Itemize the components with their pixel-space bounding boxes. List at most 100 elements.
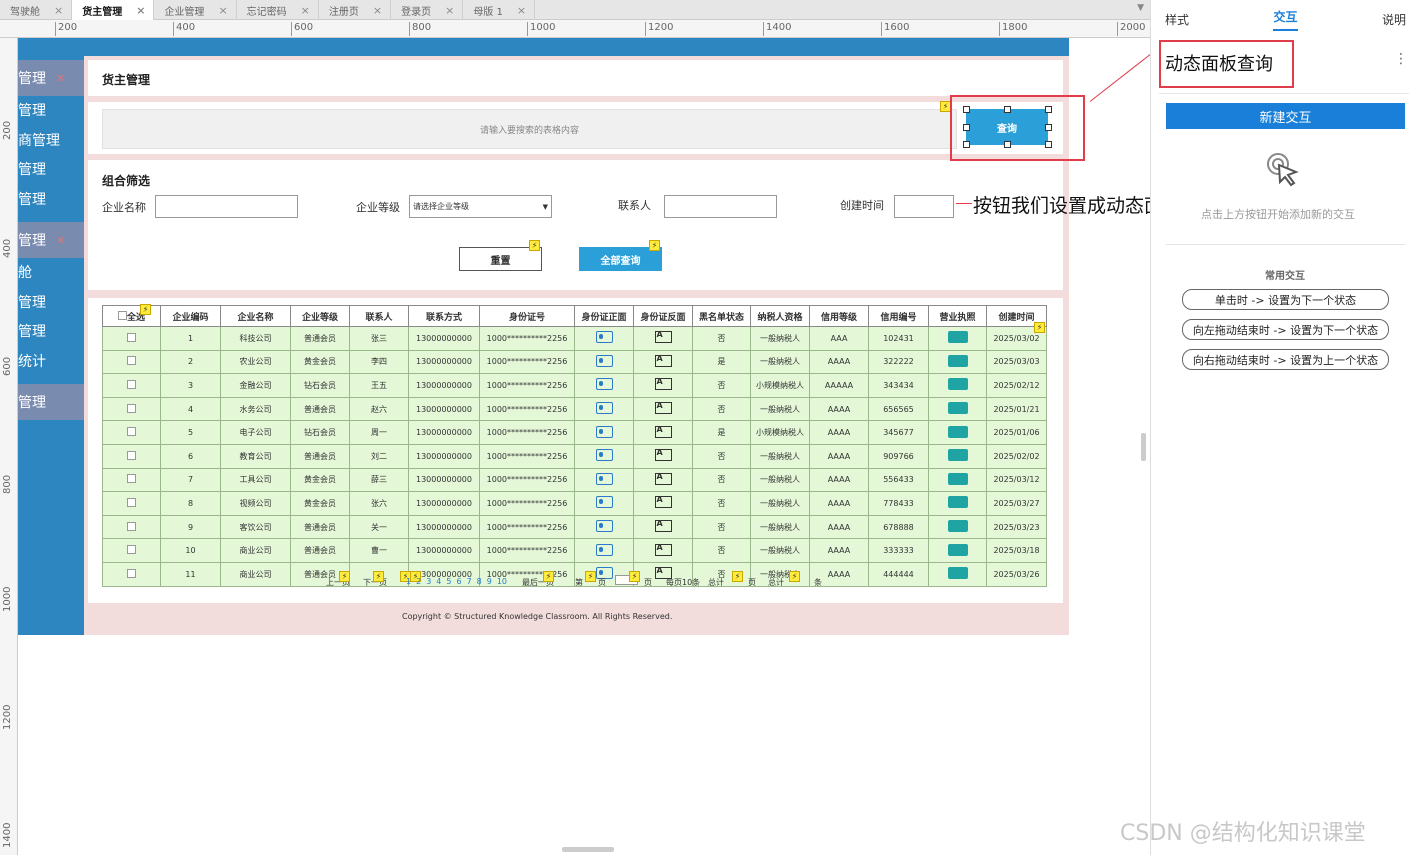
lightning-icon[interactable]: ⚡ bbox=[140, 304, 151, 315]
id-back-cell[interactable] bbox=[633, 420, 693, 445]
business-license-cell[interactable] bbox=[928, 514, 987, 540]
id-card-back-icon[interactable] bbox=[654, 519, 672, 533]
id-back-cell[interactable] bbox=[633, 349, 693, 375]
image-icon[interactable] bbox=[947, 567, 968, 580]
tab-notes[interactable]: 说明 bbox=[1382, 11, 1406, 28]
tab-2[interactable]: 企业管理 × bbox=[154, 0, 237, 20]
id-front-cell[interactable] bbox=[574, 396, 634, 422]
row-select-cell[interactable] bbox=[102, 396, 161, 422]
id-card-front-icon[interactable] bbox=[595, 449, 613, 462]
vertical-scrollbar[interactable] bbox=[1141, 433, 1146, 461]
id-card-back-icon[interactable] bbox=[654, 495, 672, 509]
row-select-cell[interactable] bbox=[102, 514, 161, 540]
id-front-cell[interactable] bbox=[574, 467, 634, 493]
lightning-icon[interactable]: ⚡ bbox=[339, 571, 350, 582]
business-license-cell[interactable] bbox=[928, 538, 987, 563]
close-icon[interactable]: × bbox=[445, 4, 454, 17]
search-input[interactable]: 请输入要搜索的表格内容 bbox=[102, 109, 957, 149]
row-checkbox[interactable] bbox=[127, 379, 136, 389]
id-card-front-icon[interactable] bbox=[595, 402, 613, 415]
business-license-cell[interactable] bbox=[928, 467, 987, 493]
image-icon[interactable] bbox=[947, 378, 968, 391]
lightning-icon[interactable]: ⚡ bbox=[373, 571, 384, 582]
sidebar-item[interactable]: 管理 bbox=[18, 189, 84, 209]
collapse-icon[interactable]: ✕ bbox=[56, 72, 65, 85]
image-icon[interactable] bbox=[947, 402, 968, 415]
id-card-front-icon[interactable] bbox=[595, 472, 613, 485]
panel-name[interactable]: 动态面板查询 bbox=[1165, 50, 1273, 76]
horizontal-scrollbar[interactable] bbox=[562, 847, 614, 852]
row-select-cell[interactable] bbox=[102, 420, 161, 445]
id-card-front-icon[interactable] bbox=[595, 520, 613, 533]
row-checkbox[interactable] bbox=[127, 497, 136, 507]
new-interaction-button[interactable]: 新建交互 bbox=[1166, 103, 1405, 129]
more-options-icon[interactable]: ⋮ bbox=[1394, 51, 1408, 67]
common-interaction-swipe-right[interactable]: 向右拖动结束时 -> 设置为上一个状态 bbox=[1182, 349, 1389, 370]
close-icon[interactable]: × bbox=[517, 4, 526, 17]
business-license-cell[interactable] bbox=[928, 373, 987, 398]
id-card-back-icon[interactable] bbox=[654, 354, 672, 367]
id-card-front-icon[interactable] bbox=[595, 425, 613, 438]
business-license-cell[interactable] bbox=[928, 396, 987, 422]
business-license-cell[interactable] bbox=[928, 443, 987, 469]
sidebar-item[interactable]: 管理 bbox=[18, 159, 84, 179]
pager-page-number[interactable]: 3 bbox=[426, 577, 431, 586]
pager-page-number[interactable]: 6 bbox=[456, 577, 461, 586]
id-card-front-icon[interactable] bbox=[595, 496, 613, 509]
row-checkbox[interactable] bbox=[127, 474, 136, 484]
company-name-input[interactable] bbox=[155, 195, 298, 218]
id-back-cell[interactable] bbox=[633, 326, 693, 351]
row-select-cell[interactable] bbox=[102, 443, 161, 469]
business-license-cell[interactable] bbox=[928, 420, 987, 445]
lightning-icon[interactable]: ⚡ bbox=[1034, 322, 1045, 333]
sidebar-group[interactable]: 管理 bbox=[18, 384, 84, 420]
tab-1[interactable]: 货主管理 × bbox=[72, 0, 155, 20]
id-card-back-icon[interactable] bbox=[654, 472, 672, 485]
select-all-checkbox[interactable] bbox=[117, 310, 127, 320]
lightning-icon[interactable]: ⚡ bbox=[529, 240, 540, 251]
tab-6[interactable]: 母版 1 × bbox=[463, 0, 536, 20]
common-interaction-click[interactable]: 单击时 -> 设置为下一个状态 bbox=[1182, 289, 1389, 310]
sidebar-item[interactable]: 统计 bbox=[18, 351, 84, 371]
id-front-cell[interactable] bbox=[574, 373, 634, 398]
row-select-cell[interactable] bbox=[102, 491, 161, 516]
tab-menu-icon[interactable]: ▼ bbox=[1137, 3, 1144, 13]
id-card-front-icon[interactable] bbox=[595, 331, 613, 344]
row-checkbox[interactable] bbox=[127, 356, 136, 366]
id-front-cell[interactable] bbox=[574, 491, 634, 516]
tab-3[interactable]: 忘记密码 × bbox=[237, 0, 319, 20]
tab-interaction[interactable]: 交互 bbox=[1273, 8, 1298, 31]
row-select-cell[interactable] bbox=[102, 467, 161, 493]
tab-style[interactable]: 样式 bbox=[1165, 11, 1189, 28]
business-license-cell[interactable] bbox=[928, 561, 987, 587]
close-icon[interactable]: × bbox=[373, 4, 382, 17]
row-select-cell[interactable] bbox=[102, 349, 161, 375]
id-back-cell[interactable] bbox=[633, 538, 693, 563]
lightning-icon[interactable]: ⚡ bbox=[585, 571, 596, 582]
close-icon[interactable]: × bbox=[218, 4, 227, 17]
business-license-cell[interactable] bbox=[928, 491, 987, 516]
created-time-input[interactable] bbox=[894, 195, 954, 218]
image-icon[interactable] bbox=[947, 425, 968, 438]
image-icon[interactable] bbox=[947, 496, 968, 509]
id-card-back-icon[interactable] bbox=[654, 543, 672, 556]
sidebar-item[interactable]: 管理 bbox=[18, 292, 84, 312]
id-card-front-icon[interactable] bbox=[595, 354, 613, 367]
id-back-cell[interactable] bbox=[633, 514, 693, 540]
row-select-cell[interactable] bbox=[102, 538, 161, 563]
row-select-cell[interactable] bbox=[102, 373, 161, 398]
sidebar-item[interactable]: 管理 bbox=[18, 100, 84, 120]
pager-page-number[interactable]: 5 bbox=[446, 577, 451, 586]
lightning-icon[interactable]: ⚡ bbox=[649, 240, 660, 251]
id-card-back-icon[interactable] bbox=[654, 330, 672, 344]
row-select-cell[interactable] bbox=[102, 561, 161, 587]
row-checkbox[interactable] bbox=[127, 332, 136, 342]
lightning-icon[interactable]: ⚡ bbox=[629, 571, 640, 582]
id-card-back-icon[interactable] bbox=[654, 377, 672, 391]
pager-page-number[interactable]: 7 bbox=[467, 577, 472, 586]
id-card-back-icon[interactable] bbox=[654, 448, 672, 462]
lightning-icon[interactable]: ⚡ bbox=[732, 571, 743, 582]
lightning-icon[interactable]: ⚡ bbox=[543, 571, 554, 582]
pager-page-number[interactable]: 2 bbox=[416, 577, 421, 586]
id-back-cell[interactable] bbox=[633, 443, 693, 469]
